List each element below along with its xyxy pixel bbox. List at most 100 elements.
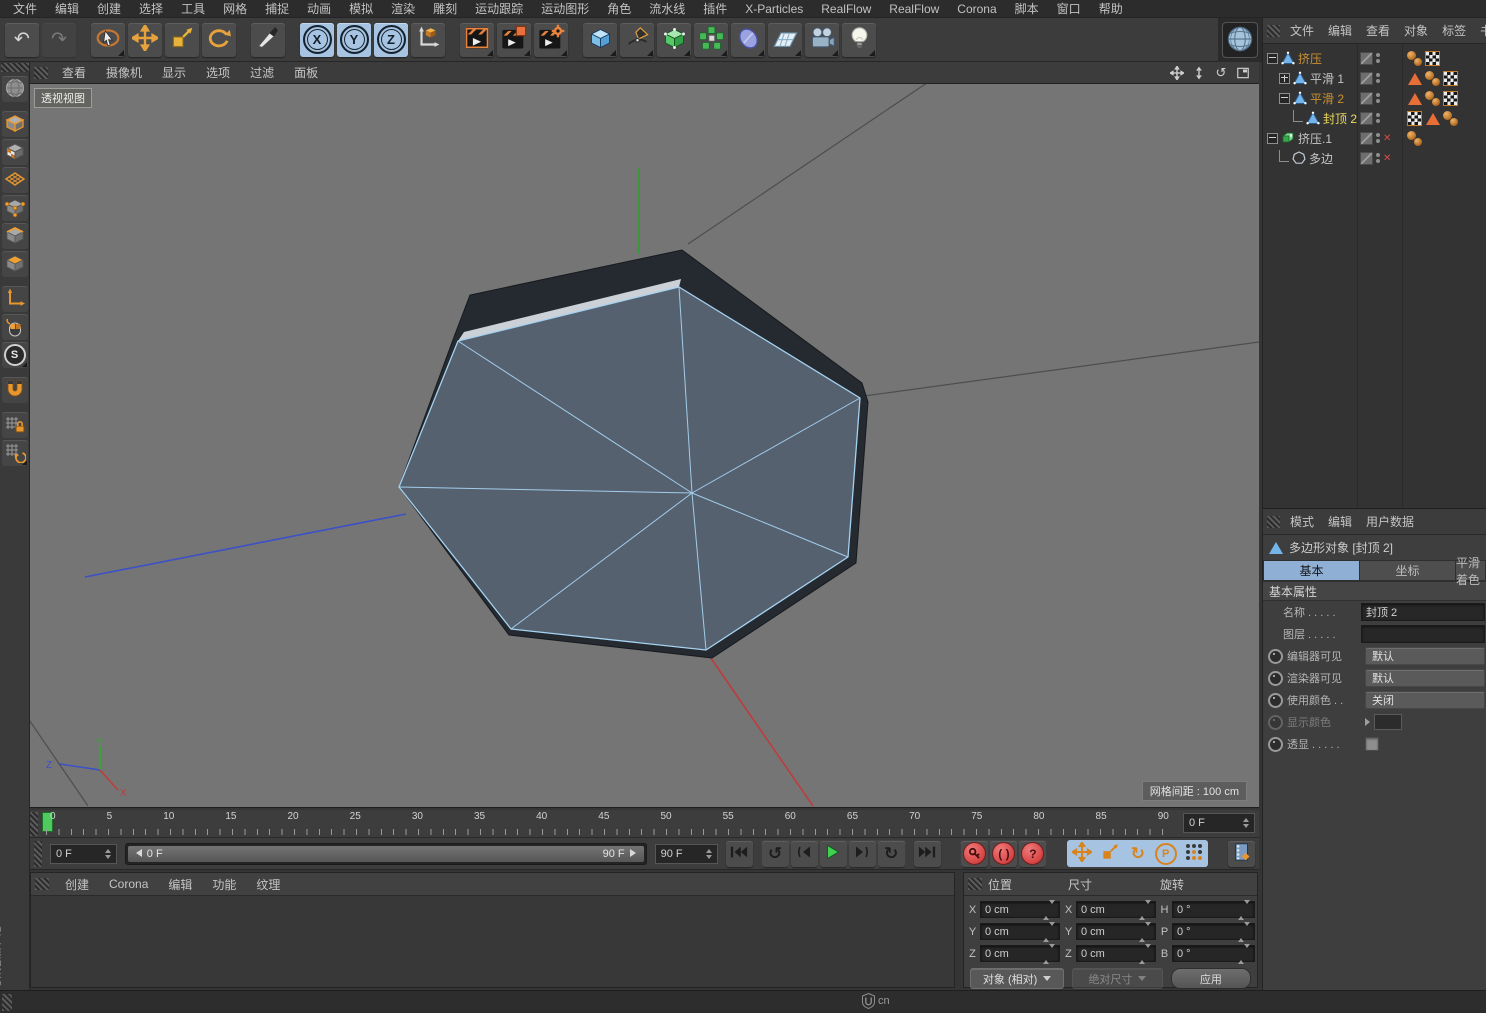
display-color-radio-icon[interactable] bbox=[1268, 715, 1283, 730]
render-visibility-radio-icon[interactable] bbox=[1268, 671, 1283, 686]
previous-key-button[interactable]: ↺ bbox=[762, 841, 789, 867]
menu-item[interactable]: 运动跟踪 bbox=[466, 0, 532, 17]
coordinate-mode-dropdown[interactable]: 对象 (相对) bbox=[970, 968, 1064, 989]
expand-arrow-icon[interactable] bbox=[1365, 718, 1370, 726]
polygon-object-icon[interactable] bbox=[1293, 71, 1307, 85]
attribute-menu-item[interactable]: 模式 bbox=[1283, 513, 1321, 530]
coordinates-grip[interactable] bbox=[968, 878, 982, 890]
axis-x-lock-button[interactable]: X bbox=[300, 23, 334, 57]
layer-swatch[interactable] bbox=[1360, 152, 1373, 165]
layer-swatch[interactable] bbox=[1360, 112, 1373, 125]
attribute-manager-grip[interactable] bbox=[1267, 516, 1280, 528]
rot-p-input[interactable]: 0 ° bbox=[1172, 923, 1255, 940]
edges-mode-button[interactable] bbox=[2, 223, 28, 249]
menu-item[interactable]: 渲染 bbox=[382, 0, 424, 17]
menu-item[interactable]: RealFlow bbox=[812, 2, 880, 16]
enable-axis-button[interactable] bbox=[2, 286, 28, 312]
add-deformer-button[interactable] bbox=[731, 23, 765, 57]
menu-item[interactable]: 模拟 bbox=[340, 0, 382, 17]
polygon-object-icon[interactable] bbox=[1281, 51, 1295, 65]
key-point-level-button[interactable] bbox=[1180, 841, 1207, 866]
object-label[interactable]: 封顶 2 bbox=[1323, 110, 1357, 127]
viewport-menu-item[interactable]: 查看 bbox=[52, 64, 96, 81]
model-mode-button[interactable] bbox=[2, 111, 28, 137]
render-settings-button[interactable] bbox=[534, 23, 568, 57]
collapse-icon[interactable] bbox=[1267, 53, 1278, 64]
menu-item[interactable]: 动画 bbox=[298, 0, 340, 17]
record-objects-button[interactable]: ( ) bbox=[990, 841, 1017, 867]
polygons-mode-button[interactable] bbox=[2, 251, 28, 277]
stepper-icon[interactable] bbox=[99, 849, 111, 859]
menu-item[interactable]: 选择 bbox=[130, 0, 172, 17]
menu-item[interactable]: 角色 bbox=[598, 0, 640, 17]
object-visibility[interactable] bbox=[1357, 132, 1403, 145]
add-cloner-button[interactable] bbox=[694, 23, 728, 57]
name-input[interactable]: 封顶 2 bbox=[1361, 603, 1485, 621]
transport-grip[interactable] bbox=[34, 841, 42, 867]
menu-item[interactable]: 流水线 bbox=[640, 0, 694, 17]
menu-item[interactable]: 插件 bbox=[694, 0, 736, 17]
ngon-spline-icon[interactable] bbox=[1292, 151, 1306, 165]
menu-item[interactable]: RealFlow bbox=[880, 2, 948, 16]
make-editable-button[interactable] bbox=[2, 76, 28, 102]
object-label[interactable]: 平滑 1 bbox=[1310, 70, 1344, 87]
go-to-start-button[interactable] bbox=[726, 841, 753, 867]
material-menu-item[interactable]: 创建 bbox=[55, 876, 99, 893]
object-row-ngon[interactable]: 多边 bbox=[1263, 148, 1486, 168]
object-label[interactable]: 挤压 bbox=[1298, 50, 1322, 67]
visibility-dots-icon[interactable] bbox=[1376, 133, 1380, 143]
rot-h-input[interactable]: 0 ° bbox=[1172, 901, 1255, 918]
preview-range-slider[interactable]: 0 F 90 F bbox=[125, 843, 647, 865]
add-primitive-cube-button[interactable] bbox=[583, 23, 617, 57]
attribute-menu-item[interactable]: 编辑 bbox=[1321, 513, 1359, 530]
rotate-button[interactable] bbox=[202, 23, 236, 57]
statusbar-grip[interactable] bbox=[2, 994, 12, 1011]
visibility-dots-icon[interactable] bbox=[1376, 113, 1380, 123]
object-tag[interactable] bbox=[1425, 111, 1440, 126]
current-frame-spinner[interactable]: 0 F bbox=[50, 844, 117, 864]
scale-button[interactable] bbox=[165, 23, 199, 57]
enable-snap-button[interactable] bbox=[2, 377, 28, 403]
viewport-menu-item[interactable]: 过滤 bbox=[240, 64, 284, 81]
object-row-extrude1[interactable]: 挤压.1 bbox=[1263, 128, 1486, 148]
viewport-menu-item[interactable]: 显示 bbox=[152, 64, 196, 81]
object-label[interactable]: 多边 bbox=[1309, 150, 1333, 167]
render-picture-viewer-button[interactable] bbox=[497, 23, 531, 57]
points-mode-button[interactable] bbox=[2, 195, 28, 221]
move-button[interactable] bbox=[128, 23, 162, 57]
add-subdivision-surface-button[interactable] bbox=[657, 23, 691, 57]
world-globe-button[interactable] bbox=[1222, 22, 1258, 58]
menu-item[interactable]: 网格 bbox=[214, 0, 256, 17]
size-mode-dropdown[interactable]: 绝对尺寸 bbox=[1072, 968, 1162, 989]
object-row-smooth1[interactable]: 平滑 1 bbox=[1263, 68, 1486, 88]
pos-x-input[interactable]: 0 cm bbox=[980, 901, 1060, 918]
viewport-menu-item[interactable]: 选项 bbox=[196, 64, 240, 81]
object-tag[interactable] bbox=[1425, 71, 1440, 86]
xray-checkbox[interactable] bbox=[1365, 737, 1379, 751]
object-row-extrude[interactable]: 挤压 bbox=[1263, 48, 1486, 68]
editor-visibility-dropdown[interactable]: 默认 bbox=[1365, 647, 1485, 665]
size-z-input[interactable]: 0 cm bbox=[1076, 945, 1156, 962]
display-color-swatch[interactable] bbox=[1374, 714, 1402, 730]
menu-item[interactable]: 脚本 bbox=[1006, 0, 1048, 17]
object-tag[interactable] bbox=[1425, 51, 1440, 66]
next-frame-button[interactable] bbox=[849, 841, 876, 867]
mode-toolbar-grip[interactable] bbox=[1, 63, 29, 72]
menu-item[interactable]: 创建 bbox=[88, 0, 130, 17]
key-scale-button[interactable] bbox=[1096, 841, 1123, 866]
menu-item[interactable]: 帮助 bbox=[1090, 0, 1132, 17]
collapse-icon[interactable] bbox=[1267, 133, 1278, 144]
size-x-input[interactable]: 0 cm bbox=[1076, 901, 1156, 918]
axis-z-lock-button[interactable]: Z bbox=[374, 23, 408, 57]
add-spline-pen-button[interactable] bbox=[620, 23, 654, 57]
visibility-dots-icon[interactable] bbox=[1376, 153, 1380, 163]
visibility-dots-icon[interactable] bbox=[1376, 73, 1380, 83]
timeline-ruler[interactable]: 051015202530354045505560657075808590 0 F bbox=[30, 810, 1259, 838]
record-keyframe-button[interactable] bbox=[961, 841, 988, 867]
key-rotation-button[interactable]: ↻ bbox=[1124, 841, 1151, 866]
object-visibility[interactable] bbox=[1357, 92, 1403, 105]
attribute-menu-item[interactable]: 用户数据 bbox=[1359, 513, 1421, 530]
menu-item[interactable]: 工具 bbox=[172, 0, 214, 17]
axis-y-lock-button[interactable]: Y bbox=[337, 23, 371, 57]
use-color-radio-icon[interactable] bbox=[1268, 693, 1283, 708]
